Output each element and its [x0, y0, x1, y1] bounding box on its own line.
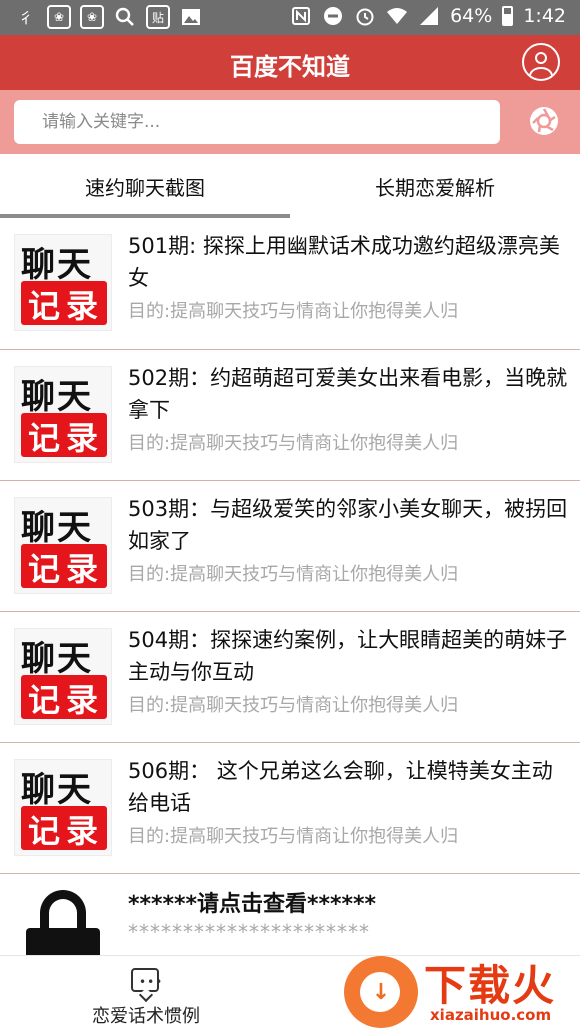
- list-item[interactable]: 聊天 记录 503期：与超级爱笑的邻家小美女聊天，被拐回如家了 目的:提高聊天技…: [0, 481, 580, 612]
- user-profile-icon[interactable]: [522, 43, 560, 81]
- item-subtitle: 目的:提高聊天技巧与情商让你抱得美人归: [128, 695, 459, 716]
- watermark-text: 下载火: [424, 961, 557, 1010]
- thumbnail-line1: 聊天: [21, 770, 93, 810]
- tab-bar: 速约聊天截图 长期恋爱解析: [0, 154, 580, 218]
- locked-item-title: ******请点击查看******: [128, 892, 377, 917]
- locked-item-subtitle: **********************: [128, 920, 370, 944]
- clock: 1:42: [523, 5, 566, 27]
- chat-record-thumbnail: 聊天 记录: [14, 234, 112, 331]
- search-button-icon[interactable]: [526, 103, 562, 139]
- chat-record-thumbnail: 聊天 记录: [14, 366, 112, 463]
- thumbnail-line1: 聊天: [21, 377, 93, 417]
- tab-quick-chat-screenshots[interactable]: 速约聊天截图: [0, 154, 290, 218]
- thumbnail-line2: 记录: [27, 287, 104, 325]
- locked-list-item[interactable]: ******请点击查看****** **********************: [0, 874, 580, 955]
- dnd-icon: [322, 5, 344, 27]
- tab-long-term-love-analysis[interactable]: 长期恋爱解析: [290, 154, 580, 218]
- baidu-paw-icon: ❀: [47, 5, 71, 29]
- baidu-paw-icon: ❀: [80, 5, 104, 29]
- battery-percent: 64%: [450, 5, 493, 27]
- article-list: 聊天 记录 501期: 探探上用幽默话术成功邀约超级漂亮美女 目的:提高聊天技巧…: [0, 218, 580, 955]
- list-item[interactable]: 聊天 记录 501期: 探探上用幽默话术成功邀约超级漂亮美女 目的:提高聊天技巧…: [0, 218, 580, 350]
- item-title: 503期：与超级爱笑的邻家小美女聊天，被拐回如家了: [128, 497, 568, 553]
- battery-icon: [502, 6, 514, 26]
- item-subtitle: 目的:提高聊天技巧与情商让你抱得美人归: [128, 301, 459, 322]
- search-bar: [0, 90, 580, 154]
- thumbnail-line1: 聊天: [21, 245, 93, 285]
- list-item[interactable]: 聊天 记录 506期： 这个兄弟这么会聊，让模特美女主动给电话 目的:提高聊天技…: [0, 743, 580, 874]
- item-title: 502期：约超萌超可爱美女出来看电影，当晚就拿下: [128, 366, 568, 422]
- wifi-icon: [386, 5, 408, 27]
- page-title: 百度不知道: [230, 53, 350, 81]
- chat-record-thumbnail: 聊天 记录: [14, 759, 112, 856]
- item-title: 504期：探探速约案例，让大眼睛超美的萌妹子主动与你互动: [128, 628, 568, 684]
- chat-record-thumbnail: 聊天 记录: [14, 628, 112, 725]
- watermark-url: xiazaihuo.com: [430, 1006, 552, 1024]
- search-icon: [113, 5, 137, 29]
- notification-icons: 彳 ❀ ❀ 贴: [14, 5, 203, 29]
- download-arrow-icon: ↓: [371, 980, 391, 1005]
- thumbnail-line2: 记录: [27, 419, 104, 457]
- item-subtitle: 目的:提高聊天技巧与情商让你抱得美人归: [128, 433, 459, 454]
- thumbnail-line2: 记录: [27, 550, 104, 588]
- lock-icon: [26, 890, 100, 955]
- thumbnail-line1: 聊天: [21, 508, 93, 548]
- item-subtitle: 目的:提高聊天技巧与情商让你抱得美人归: [128, 564, 459, 585]
- paste-icon: 贴: [146, 5, 170, 29]
- image-icon: [179, 5, 203, 29]
- nav-love-phrases[interactable]: ••• 恋爱话术惯例: [80, 964, 212, 1028]
- item-title: 506期： 这个兄弟这么会聊，让模特美女主动给电话: [128, 759, 553, 815]
- nav-label: 恋爱话术惯例: [92, 1006, 200, 1027]
- system-icons: 64% 1:42: [290, 5, 566, 27]
- chat-bubble-icon: •••: [131, 968, 162, 992]
- item-subtitle: 目的:提高聊天技巧与情商让你抱得美人归: [128, 826, 459, 847]
- thumbnail-line1: 聊天: [21, 639, 93, 679]
- list-item[interactable]: 聊天 记录 504期：探探速约案例，让大眼睛超美的萌妹子主动与你互动 目的:提高…: [0, 612, 580, 743]
- search-input[interactable]: [14, 100, 500, 144]
- nfc-icon: [290, 5, 312, 27]
- thumbnail-line2: 记录: [27, 681, 104, 719]
- cell-signal-icon: [418, 5, 440, 27]
- thumbnail-line2: 记录: [27, 812, 104, 850]
- status-bar: 彳 ❀ ❀ 贴 64% 1:42: [0, 0, 580, 35]
- app-header: 百度不知道: [0, 35, 580, 90]
- chat-record-thumbnail: 聊天 记录: [14, 497, 112, 594]
- item-title: 501期: 探探上用幽默话术成功邀约超级漂亮美女: [128, 234, 560, 290]
- list-item[interactable]: 聊天 记录 502期：约超萌超可爱美女出来看电影，当晚就拿下 目的:提高聊天技巧…: [0, 350, 580, 481]
- signal-char-icon: 彳: [18, 8, 34, 27]
- alarm-icon: [354, 5, 376, 27]
- watermark-logo: ↓ 下载火 xiazaihuo.com: [344, 952, 580, 1031]
